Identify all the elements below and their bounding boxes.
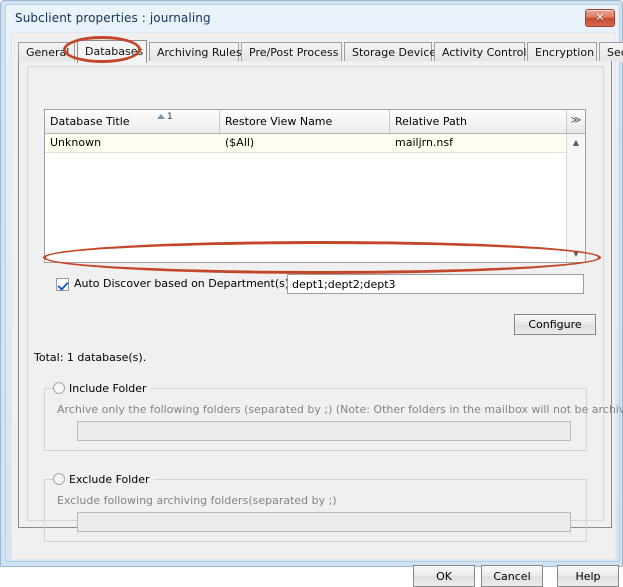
grid-vertical-scrollbar[interactable]: ▲ ▼	[566, 134, 585, 262]
cell-database-title: Unknown	[45, 134, 220, 152]
sort-indicator: 1	[157, 112, 187, 123]
include-folder-title: Include Folder	[53, 381, 151, 396]
auto-discover-checkbox[interactable]	[56, 278, 69, 291]
exclude-folder-title: Exclude Folder	[53, 472, 154, 487]
close-icon: ✕	[586, 10, 614, 26]
table-row[interactable]: Unknown ($All) mailjrn.nsf	[45, 134, 566, 153]
ok-button[interactable]: OK	[413, 565, 475, 587]
scroll-up-icon[interactable]: ▲	[567, 134, 585, 151]
exclude-folder-group: Exclude Folder Exclude following archivi…	[44, 479, 587, 542]
help-button[interactable]: Help	[557, 565, 619, 587]
column-header-restore-view-name[interactable]: Restore View Name	[220, 110, 390, 133]
close-button[interactable]: ✕	[585, 9, 615, 27]
column-header-relative-path[interactable]: Relative Path	[390, 110, 566, 133]
auto-discover-row: Auto Discover based on Department(s) :	[56, 274, 586, 296]
total-databases-label: Total: 1 database(s).	[34, 351, 146, 364]
tab-archiving-rules[interactable]: Archiving Rules	[149, 42, 239, 62]
exclude-folder-input[interactable]	[77, 512, 571, 532]
dialog-body: GeneralDatabasesArchiving RulesPre/Post …	[11, 32, 616, 560]
tab-activity-control[interactable]: Activity Control	[434, 42, 525, 62]
tab-encryption[interactable]: Encryption	[527, 42, 597, 62]
auto-discover-label: Auto Discover based on Department(s) :	[74, 277, 296, 290]
include-folder-hint: Archive only the following folders (sepa…	[57, 403, 623, 416]
column-chooser-icon[interactable]: ≫	[566, 110, 585, 133]
include-folder-label: Include Folder	[69, 382, 147, 395]
title-bar: Subclient properties : journaling ✕	[6, 5, 621, 32]
include-folder-group: Include Folder Archive only the followin…	[44, 388, 587, 451]
cancel-button[interactable]: Cancel	[481, 565, 543, 587]
dialog-window: Subclient properties : journaling ✕ Gene…	[0, 0, 623, 567]
window-frame: Subclient properties : journaling ✕ Gene…	[5, 4, 620, 562]
exclude-folder-hint: Exclude following archiving folders(sepa…	[57, 494, 337, 507]
exclude-folder-label: Exclude Folder	[69, 473, 150, 486]
include-folder-radio[interactable]	[53, 382, 65, 394]
tab-storage-device[interactable]: Storage Device	[344, 42, 432, 62]
tab-security[interactable]: Security	[599, 42, 623, 62]
exclude-folder-radio[interactable]	[53, 473, 65, 485]
department-input[interactable]	[287, 274, 584, 294]
grid-header-row: Database Title Restore View Name Relativ…	[45, 110, 585, 134]
configure-button[interactable]: Configure	[514, 314, 596, 335]
include-folder-input[interactable]	[77, 421, 571, 441]
sort-ascending-icon	[157, 114, 165, 119]
sort-order-number: 1	[167, 112, 173, 122]
column-header-database-title[interactable]: Database Title	[45, 110, 220, 133]
tab-databases[interactable]: Databases	[77, 40, 147, 63]
databases-grid: Database Title Restore View Name Relativ…	[44, 109, 586, 263]
cell-relative-path: mailjrn.nsf	[390, 134, 566, 152]
tab-strip: GeneralDatabasesArchiving RulesPre/Post …	[18, 40, 612, 62]
tab-pre-post-process[interactable]: Pre/Post Process	[241, 42, 342, 62]
scroll-down-icon[interactable]: ▼	[567, 245, 585, 262]
window-title: Subclient properties : journaling	[15, 11, 211, 25]
tab-general[interactable]: General	[18, 42, 75, 62]
cell-restore-view-name: ($All)	[220, 134, 390, 152]
